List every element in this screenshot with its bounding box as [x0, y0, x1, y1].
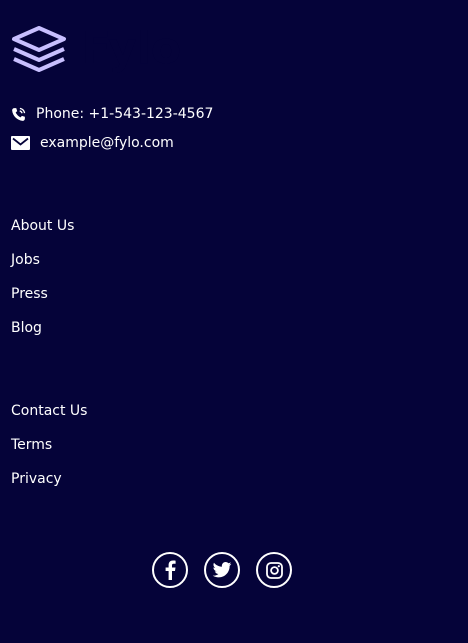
email-text[interactable]: example@fylo.com [40, 135, 174, 151]
phone-text: Phone: +1-543-123-4567 [36, 106, 214, 122]
twitter-icon [212, 562, 232, 578]
mail-icon [11, 136, 30, 150]
footer-link-press[interactable]: Press [11, 286, 74, 320]
phone-icon [11, 107, 26, 122]
footer-link-privacy[interactable]: Privacy [11, 471, 87, 505]
footer: Fylo Phone: +1-543-123-4567 example@fylo… [0, 0, 468, 643]
footer-link-label[interactable]: Press [11, 286, 48, 302]
contact-phone: Phone: +1-543-123-4567 [11, 106, 213, 122]
footer-link-label[interactable]: Jobs [11, 252, 40, 268]
brand-name: Fylo [81, 23, 181, 74]
footer-links-primary: About Us Jobs Press Blog [11, 218, 74, 354]
footer-link-label[interactable]: Contact Us [11, 403, 87, 419]
footer-links-secondary: Contact Us Terms Privacy [11, 403, 87, 505]
footer-link-label[interactable]: Terms [11, 437, 52, 453]
instagram-button[interactable] [256, 552, 292, 588]
footer-link-about-us[interactable]: About Us [11, 218, 74, 252]
footer-link-label[interactable]: Privacy [11, 471, 62, 487]
stacked-layers-icon [12, 26, 66, 72]
facebook-icon [165, 560, 176, 580]
footer-link-contact-us[interactable]: Contact Us [11, 403, 87, 437]
social-links [152, 552, 292, 588]
instagram-icon [265, 561, 283, 579]
contact-email: example@fylo.com [11, 135, 174, 151]
footer-link-label[interactable]: About Us [11, 218, 74, 234]
twitter-button[interactable] [204, 552, 240, 588]
brand-logo[interactable]: Fylo [11, 24, 181, 74]
facebook-button[interactable] [152, 552, 188, 588]
footer-link-label[interactable]: Blog [11, 320, 42, 336]
footer-link-jobs[interactable]: Jobs [11, 252, 74, 286]
footer-link-blog[interactable]: Blog [11, 320, 74, 354]
footer-link-terms[interactable]: Terms [11, 437, 87, 471]
